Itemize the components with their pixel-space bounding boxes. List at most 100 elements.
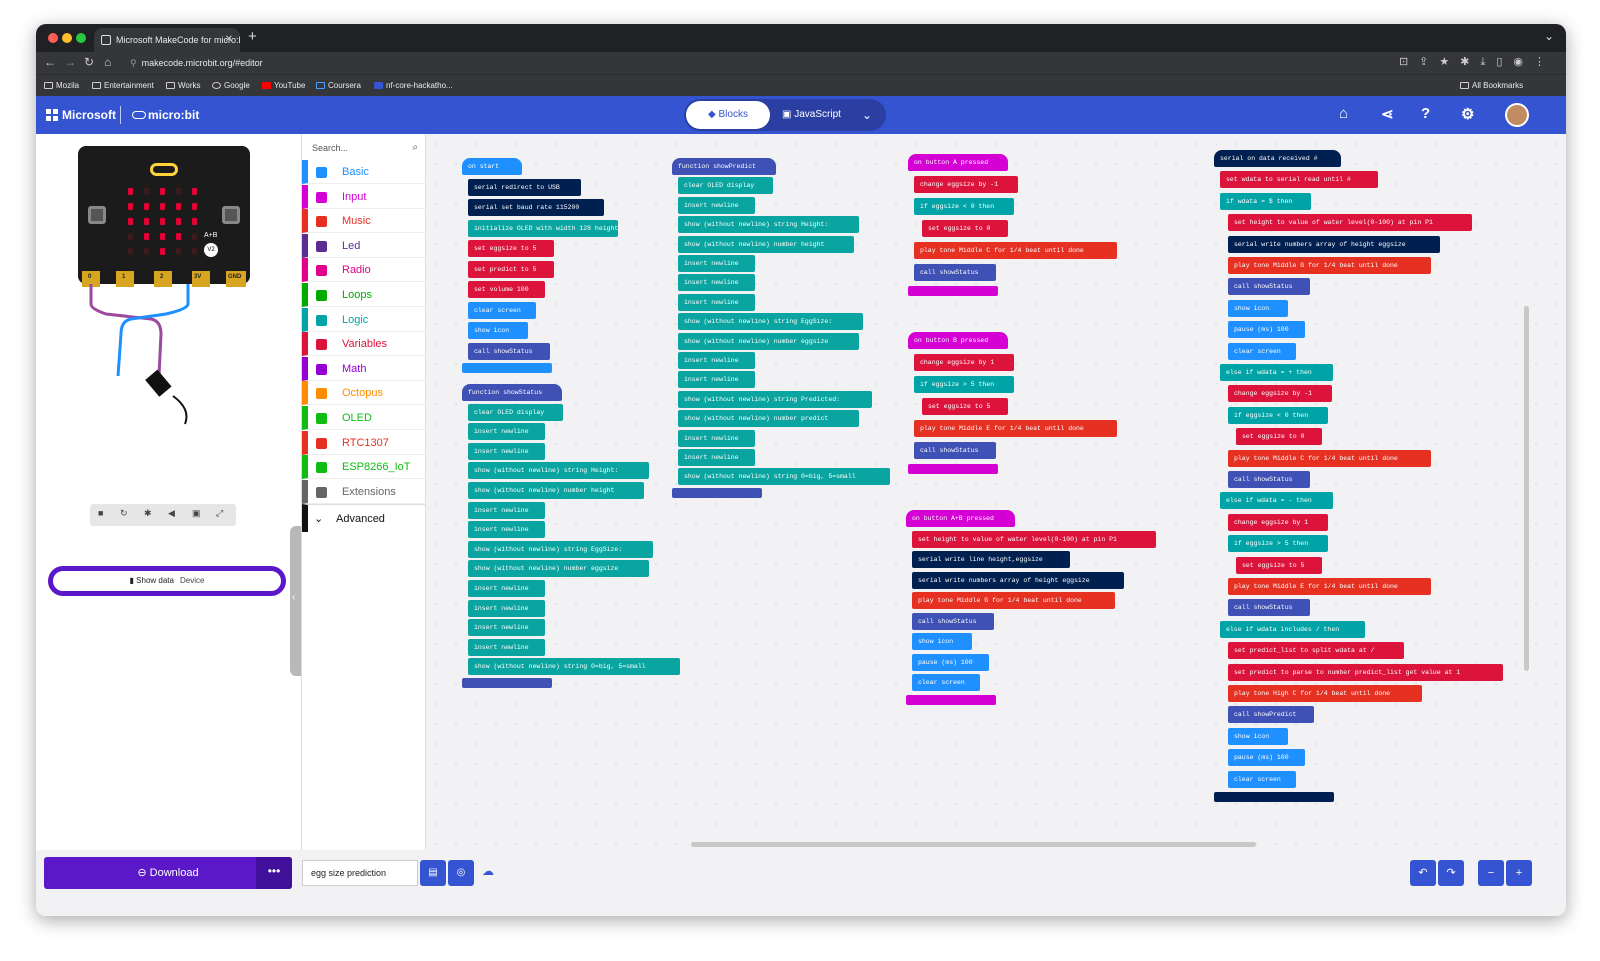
close-tab-icon[interactable]: ✕ xyxy=(225,28,233,52)
show-status-block[interactable]: insert newline xyxy=(468,521,545,539)
show-predict-block[interactable]: insert newline xyxy=(678,449,755,466)
touch-logo-icon[interactable] xyxy=(150,163,178,176)
back-icon[interactable]: ← xyxy=(44,55,56,69)
button-ab-block[interactable]: clear screen xyxy=(912,674,980,691)
show-status-block[interactable]: insert newline xyxy=(468,638,545,656)
show-predict-block[interactable]: show (without newline) string 0=big, 5=s… xyxy=(678,468,890,486)
url-field[interactable]: ⚲ makecode.microbit.org/#editor xyxy=(130,54,1430,72)
show-predict-block[interactable]: insert newline xyxy=(678,196,755,214)
on-start-block[interactable]: serial set baud rate 115200 xyxy=(468,199,604,216)
show-predict-block[interactable]: insert newline xyxy=(678,371,755,389)
serial-block[interactable]: set predict_list to split wdata at / xyxy=(1228,642,1404,660)
serial-block[interactable]: clear screen xyxy=(1228,770,1296,788)
show-predict-block[interactable]: show (without newline) string Height: xyxy=(678,216,859,234)
button-a-block[interactable]: on button A pressed xyxy=(908,154,1008,171)
toolbox-category-oled[interactable]: OLED xyxy=(302,406,426,430)
serial-block[interactable]: play tone High C for 1/4 beat until done xyxy=(1228,685,1422,702)
on-start-block[interactable]: serial redirect to USB xyxy=(468,178,581,196)
serial-block[interactable]: set eggsize to 0 xyxy=(1236,428,1322,446)
serial-block[interactable]: serial on data received # xyxy=(1214,150,1341,167)
show-predict-block[interactable]: function showPredict xyxy=(672,158,776,175)
zoom-out-icon[interactable]: − xyxy=(1478,860,1504,886)
show-predict-block[interactable]: show (without newline) string Predicted: xyxy=(678,390,872,408)
bookmark-item[interactable]: nf-core-hackatho... xyxy=(374,81,453,90)
toolbox-category-led[interactable]: Led xyxy=(302,233,426,258)
serial-block[interactable]: if wdata = $ then xyxy=(1220,192,1311,210)
new-tab-icon[interactable]: + xyxy=(248,28,257,45)
microbit-brand[interactable]: micro:bit xyxy=(132,108,199,122)
button-b-block[interactable]: set eggsize to 5 xyxy=(922,398,1008,415)
github-icon[interactable]: ◎ xyxy=(448,860,474,886)
vertical-scrollbar[interactable] xyxy=(1524,306,1529,671)
show-status-block[interactable]: show (without newline) string 0=big, 5=s… xyxy=(468,658,680,676)
help-icon[interactable]: ? xyxy=(1421,105,1430,122)
show-predict-block[interactable]: show (without newline) number height xyxy=(678,235,854,253)
serial-block[interactable]: call showPredict xyxy=(1228,706,1314,724)
toolbox-category-math[interactable]: Math xyxy=(302,356,426,381)
serial-block[interactable]: call showStatus xyxy=(1228,471,1310,488)
show-status-block[interactable]: insert newline xyxy=(468,423,545,441)
toolbox-category-extensions[interactable]: Extensions xyxy=(302,479,426,504)
button-a[interactable] xyxy=(88,206,106,224)
button-b-block[interactable]: play tone Middle E for 1/4 beat until do… xyxy=(914,420,1117,437)
browser-tab[interactable]: Microsoft MakeCode for micro:bit ✕ xyxy=(94,28,240,52)
show-predict-block[interactable]: show (without newline) string EggSize: xyxy=(678,313,863,331)
serial-block[interactable]: set wdata to serial read until # xyxy=(1220,171,1378,189)
show-predict-block[interactable]: clear OLED display xyxy=(678,177,773,195)
button-ab-block[interactable]: on button A+B pressed xyxy=(906,510,1015,527)
toolbox-category-loops[interactable]: Loops xyxy=(302,283,426,307)
all-bookmarks[interactable]: All Bookmarks xyxy=(1460,81,1523,90)
tab-search-chevron-icon[interactable]: ⌄ xyxy=(1544,29,1554,43)
redo-icon[interactable]: ↷ xyxy=(1438,860,1464,886)
toolbox-category-radio[interactable]: Radio xyxy=(302,258,426,283)
serial-block[interactable]: set predict to parse to number predict_l… xyxy=(1228,663,1503,681)
bookmark-item[interactable]: Coursera xyxy=(316,81,361,90)
serial-block[interactable]: else if wdata includes / then xyxy=(1220,620,1365,638)
button-b-block[interactable]: change eggsize by 1 xyxy=(914,354,1014,371)
mute-icon[interactable]: ◀ xyxy=(168,508,175,519)
button-a-block[interactable]: set eggsize to 0 xyxy=(922,220,1008,237)
fullscreen-icon[interactable]: ⤢ xyxy=(216,508,223,519)
bookmark-item[interactable]: YouTube xyxy=(262,81,305,90)
show-predict-block[interactable]: insert newline xyxy=(678,293,755,311)
on-start-block[interactable]: initialize OLED with width 128 height 64 xyxy=(468,219,618,237)
javascript-tab[interactable]: ▣ JavaScript xyxy=(782,99,841,131)
serial-block[interactable]: serial write numbers array of height egg… xyxy=(1228,235,1440,253)
home-icon[interactable]: ⌂ xyxy=(104,55,111,69)
search-icon[interactable]: ⌕ xyxy=(412,138,418,158)
toolbox-advanced[interactable]: ⌄ Advanced xyxy=(302,504,426,532)
button-ab-block[interactable]: play tone Middle G for 1/4 beat until do… xyxy=(912,592,1115,609)
show-status-block[interactable]: show (without newline) number height xyxy=(468,482,644,499)
on-start-block[interactable]: set eggsize to 5 xyxy=(468,240,554,257)
serial-block[interactable]: set height to value of water level(0-100… xyxy=(1228,214,1472,232)
restart-icon[interactable]: ↻ xyxy=(120,508,128,519)
toolbox-category-logic[interactable]: Logic xyxy=(302,307,426,332)
button-ab-block[interactable]: set height to value of water level(0-100… xyxy=(912,530,1156,548)
toolbox-search-input[interactable]: Search... ⌕ xyxy=(304,138,424,158)
button-a-block[interactable]: if eggsize < 0 then xyxy=(914,198,1014,215)
close-window-icon[interactable] xyxy=(48,33,58,43)
more-options-button[interactable]: ••• xyxy=(256,857,292,889)
blocks-tab[interactable]: ◆ Blocks xyxy=(686,101,770,129)
serial-block[interactable]: show icon xyxy=(1228,299,1288,317)
button-b-block[interactable]: on button B pressed xyxy=(908,332,1008,349)
on-start-block[interactable]: set volume 100 xyxy=(468,281,545,298)
show-status-block[interactable]: insert newline xyxy=(468,619,545,637)
debug-icon[interactable]: ✱ xyxy=(144,508,152,519)
on-start-block[interactable]: set predict to 5 xyxy=(468,260,554,278)
serial-block[interactable]: set eggsize to 5 xyxy=(1236,556,1322,574)
show-data-button[interactable]: ▮ Show data Device xyxy=(48,566,286,596)
serial-block[interactable]: pause (ms) 100 xyxy=(1228,321,1305,339)
stop-icon[interactable]: ■ xyxy=(98,508,103,518)
show-status-block[interactable]: show (without newline) number eggsize xyxy=(468,560,649,578)
show-predict-block[interactable]: insert newline xyxy=(678,255,755,272)
microbit-board[interactable]: A+B V2 0 1 2 3V GND xyxy=(78,146,250,287)
toolbox-category-rtc1307[interactable]: RTC1307 xyxy=(302,430,426,455)
maximize-window-icon[interactable] xyxy=(76,33,86,43)
serial-block[interactable]: change eggsize by -1 xyxy=(1228,385,1332,403)
serial-block[interactable]: play tone Middle G for 1/4 beat until do… xyxy=(1228,257,1431,274)
toolbox-category-basic[interactable]: Basic xyxy=(302,160,426,184)
serial-block[interactable]: play tone Middle E for 1/4 beat until do… xyxy=(1228,578,1431,595)
serial-block[interactable]: call showStatus xyxy=(1228,599,1310,617)
settings-gear-icon[interactable]: ⚙ xyxy=(1461,105,1474,123)
